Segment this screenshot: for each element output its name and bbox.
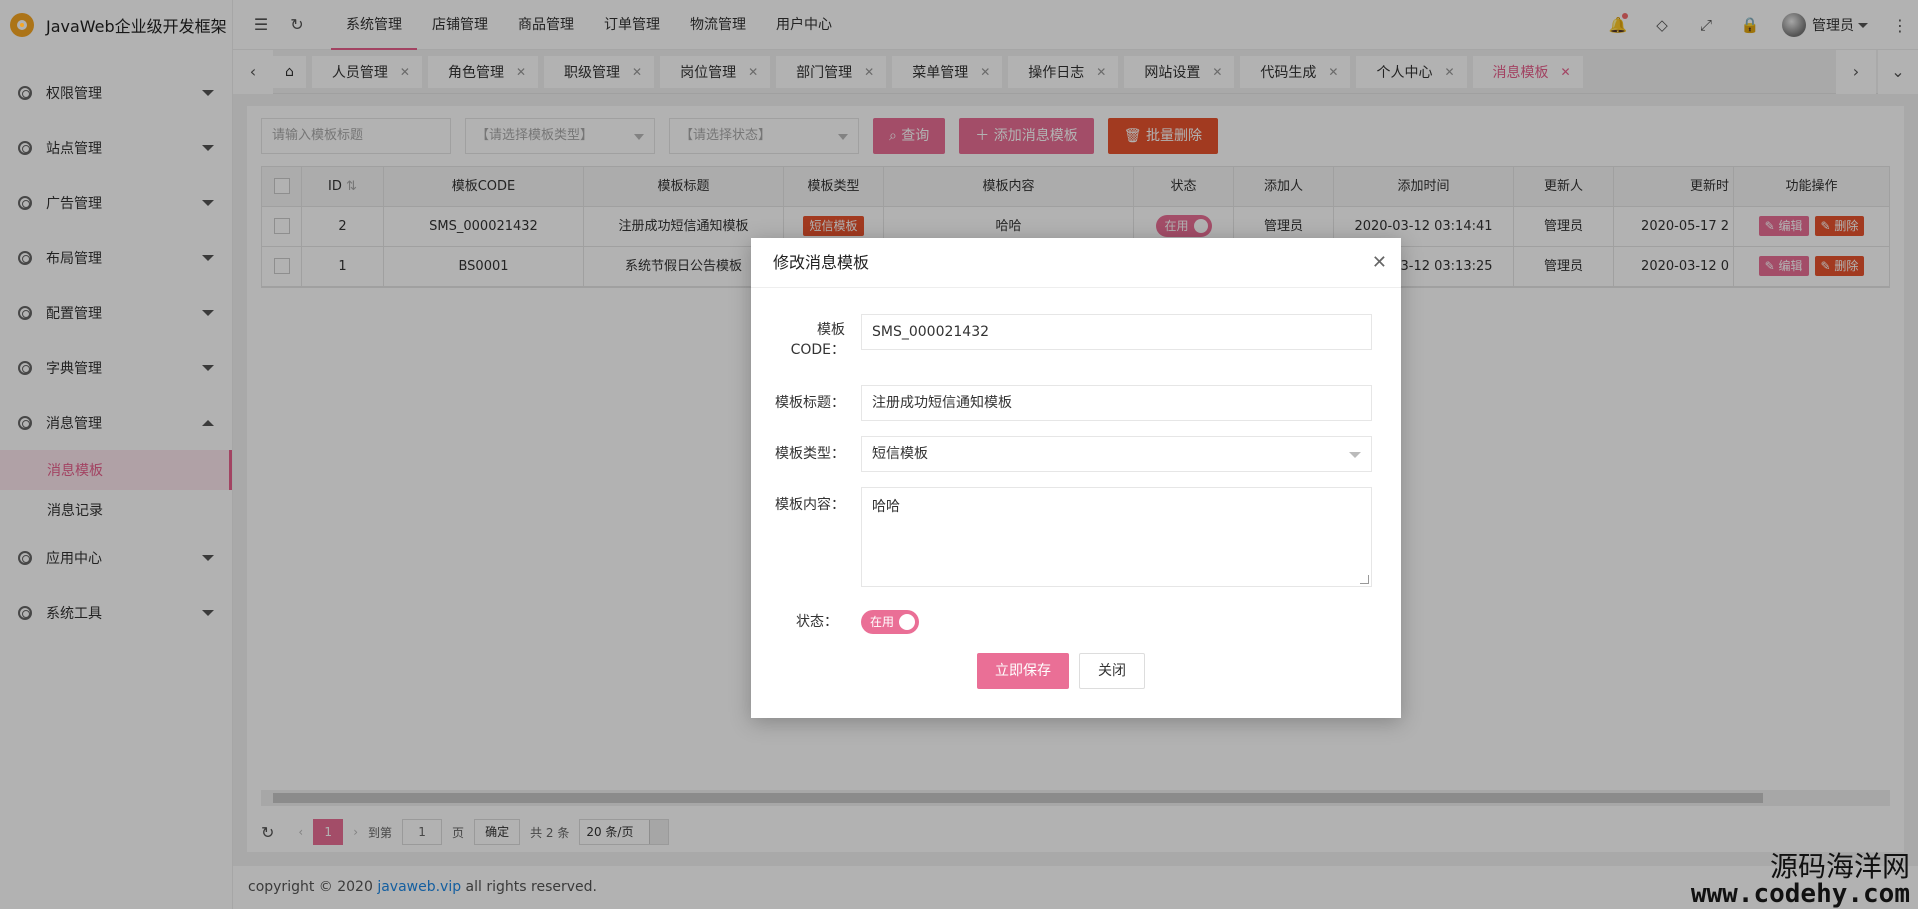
title-label: 模板标题： <box>775 395 845 411</box>
content-textarea[interactable]: 哈哈 <box>861 487 1372 587</box>
close-button[interactable]: 关闭 <box>1079 653 1145 689</box>
modal-header: 修改消息模板 ✕ <box>751 238 1401 288</box>
form-row-title: 模板标题： 注册成功短信通知模板 <box>751 385 1372 421</box>
type-label: 模板类型： <box>775 446 845 462</box>
modal-actions: 立即保存 关闭 <box>977 653 1145 689</box>
form-row-code: 模板CODE： SMS_000021432 <box>751 314 1372 360</box>
modal-title: 修改消息模板 <box>773 253 870 272</box>
status-toggle[interactable]: 在用 <box>861 610 919 634</box>
form-row-type: 模板类型： 短信模板 <box>751 436 1372 472</box>
save-button[interactable]: 立即保存 <box>977 653 1069 689</box>
watermark-title: 源码海洋网 <box>1769 850 1910 883</box>
watermark: 源码海洋网 www.codehy.com <box>1690 850 1910 909</box>
code-label: 模板CODE： <box>790 322 845 358</box>
code-input[interactable]: SMS_000021432 <box>861 314 1372 350</box>
edit-template-modal: 修改消息模板 ✕ 模板CODE： SMS_000021432 模板标题： 注册成… <box>751 238 1401 718</box>
type-select[interactable]: 短信模板 <box>861 436 1372 472</box>
title-input[interactable]: 注册成功短信通知模板 <box>861 385 1372 421</box>
status-label: 状态： <box>796 614 838 630</box>
form-row-status: 状态： 在用 <box>751 610 919 634</box>
watermark-url: www.codehy.com <box>1690 879 1910 909</box>
close-icon[interactable]: ✕ <box>1372 238 1387 288</box>
content-label: 模板内容： <box>775 497 845 513</box>
form-row-content: 模板内容： 哈哈 <box>751 487 1372 587</box>
